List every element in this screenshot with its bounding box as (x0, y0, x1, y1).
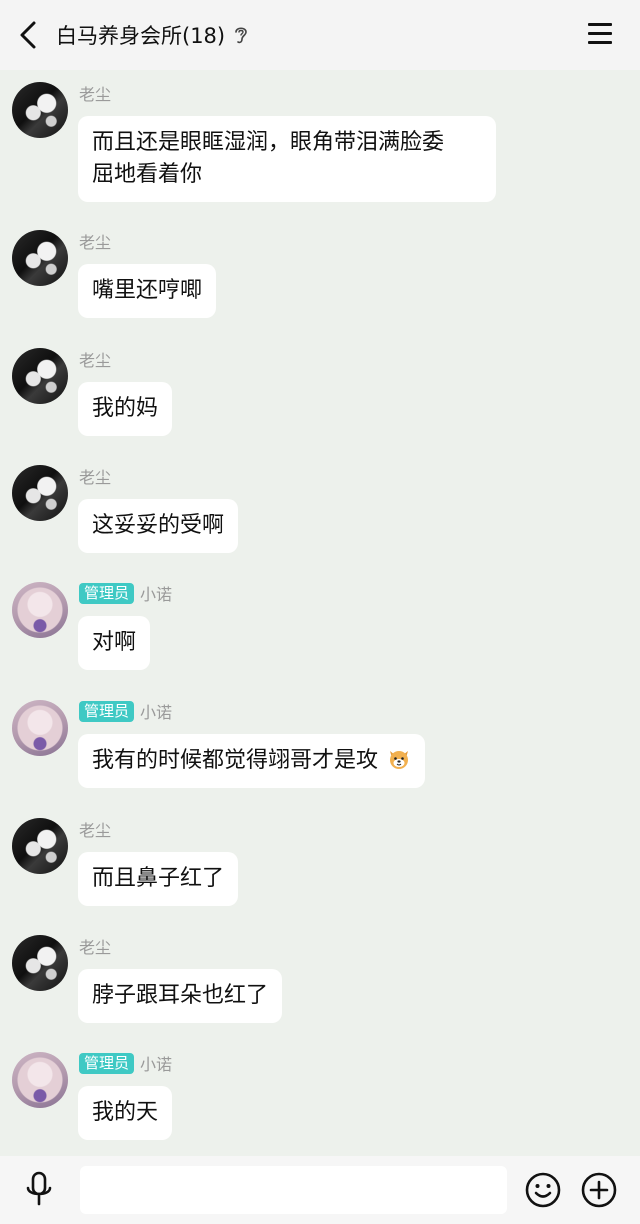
avatar[interactable] (12, 82, 68, 138)
message-bubble[interactable]: 我的妈 (78, 382, 173, 436)
message-text: 脖子跟耳朵也红了 (92, 983, 269, 1008)
sender-row: 管理员 小诺 (79, 700, 172, 722)
message-bubble[interactable]: 脖子跟耳朵也红了 (78, 969, 283, 1023)
admin-badge: 管理员 (79, 1052, 135, 1074)
message-text: 我的妈 (92, 396, 159, 421)
avatar[interactable] (12, 1052, 68, 1108)
message-text: 对啊 (92, 630, 137, 655)
sender-row: 管理员 小诺 (79, 582, 172, 604)
avatar[interactable] (12, 700, 68, 756)
emoji-button[interactable] (524, 1171, 562, 1209)
sender-row: 老尘 (79, 935, 111, 957)
admin-badge: 管理员 (79, 700, 135, 722)
avatar[interactable] (12, 935, 68, 991)
sender-row: 老尘 (79, 348, 111, 370)
sender-name: 小诺 (140, 585, 173, 604)
message-text: 我有的时候都觉得翊哥才是攻 (92, 748, 379, 773)
input-bar (0, 1156, 640, 1224)
sender-row: 老尘 (79, 230, 111, 252)
message-text: 这妥妥的受啊 (92, 513, 225, 538)
chat-title: 白马养身会所(18) (56, 24, 226, 48)
message-line: 屈地看着你 (92, 162, 203, 187)
microphone-icon (26, 1171, 52, 1206)
sender-name: 小诺 (140, 1055, 173, 1074)
menu-button[interactable] (588, 22, 614, 46)
avatar[interactable] (12, 348, 68, 404)
message-bubble[interactable]: 而且还是眼眶湿润，眼角带泪满脸委 屈地看着你 (78, 116, 496, 202)
message-bubble[interactable]: 嘴里还哼唧 (78, 264, 217, 318)
sender-name: 老尘 (79, 821, 112, 840)
avatar[interactable] (12, 230, 68, 286)
message-text: 我的天 (92, 1100, 159, 1125)
message-item: 老尘 这妥妥的受啊 (0, 465, 640, 557)
message-line: 而且还是眼眶湿润，眼角带泪满脸委 (92, 130, 445, 155)
message-item: 老尘 而且鼻子红了 (0, 818, 640, 910)
sender-row: 老尘 (79, 82, 111, 104)
dog-face-emoji-icon (387, 747, 411, 771)
message-item: 老尘 而且还是眼眶湿润，眼角带泪满脸委 屈地看着你 (0, 82, 640, 206)
message-bubble[interactable]: 我有的时候都觉得翊哥才是攻 (78, 734, 426, 788)
message-text: 而且鼻子红了 (92, 866, 225, 891)
hamburger-menu-icon (588, 23, 612, 26)
voice-button[interactable] (22, 1170, 56, 1210)
sender-name: 老尘 (79, 233, 112, 252)
message-item: 老尘 嘴里还哼唧 (0, 230, 640, 322)
admin-badge: 管理员 (79, 582, 135, 604)
sender-name: 老尘 (79, 351, 112, 370)
back-button[interactable] (14, 18, 42, 52)
sender-row: 管理员 小诺 (79, 1052, 172, 1074)
smiley-icon (525, 1172, 561, 1208)
sender-row: 老尘 (79, 818, 111, 840)
chat-title-row: 白马养身会所(18) (56, 20, 249, 50)
ear-icon (233, 24, 249, 46)
chat-header: 白马养身会所(18) (0, 0, 640, 70)
message-bubble[interactable]: 这妥妥的受啊 (78, 499, 239, 553)
message-bubble[interactable]: 而且鼻子红了 (78, 852, 239, 906)
message-item: 管理员 小诺 我有的时候都觉得翊哥才是攻 (0, 700, 640, 792)
sender-name: 老尘 (79, 85, 112, 104)
sender-name: 小诺 (140, 703, 173, 722)
plus-circle-icon (581, 1172, 617, 1208)
message-text: 嘴里还哼唧 (92, 278, 203, 303)
message-bubble[interactable]: 我的天 (78, 1086, 173, 1140)
sender-row: 老尘 (79, 465, 111, 487)
avatar[interactable] (12, 818, 68, 874)
message-item: 管理员 小诺 我的天 (0, 1052, 640, 1144)
sender-name: 老尘 (79, 468, 112, 487)
avatar[interactable] (12, 465, 68, 521)
plus-button[interactable] (580, 1171, 618, 1209)
message-item: 老尘 脖子跟耳朵也红了 (0, 935, 640, 1027)
message-item: 老尘 我的妈 (0, 348, 640, 440)
message-bubble[interactable]: 对啊 (78, 616, 151, 670)
sender-name: 老尘 (79, 938, 112, 957)
message-input[interactable] (80, 1166, 507, 1214)
message-item: 管理员 小诺 对啊 (0, 582, 640, 674)
chevron-left-icon (20, 21, 36, 49)
avatar[interactable] (12, 582, 68, 638)
